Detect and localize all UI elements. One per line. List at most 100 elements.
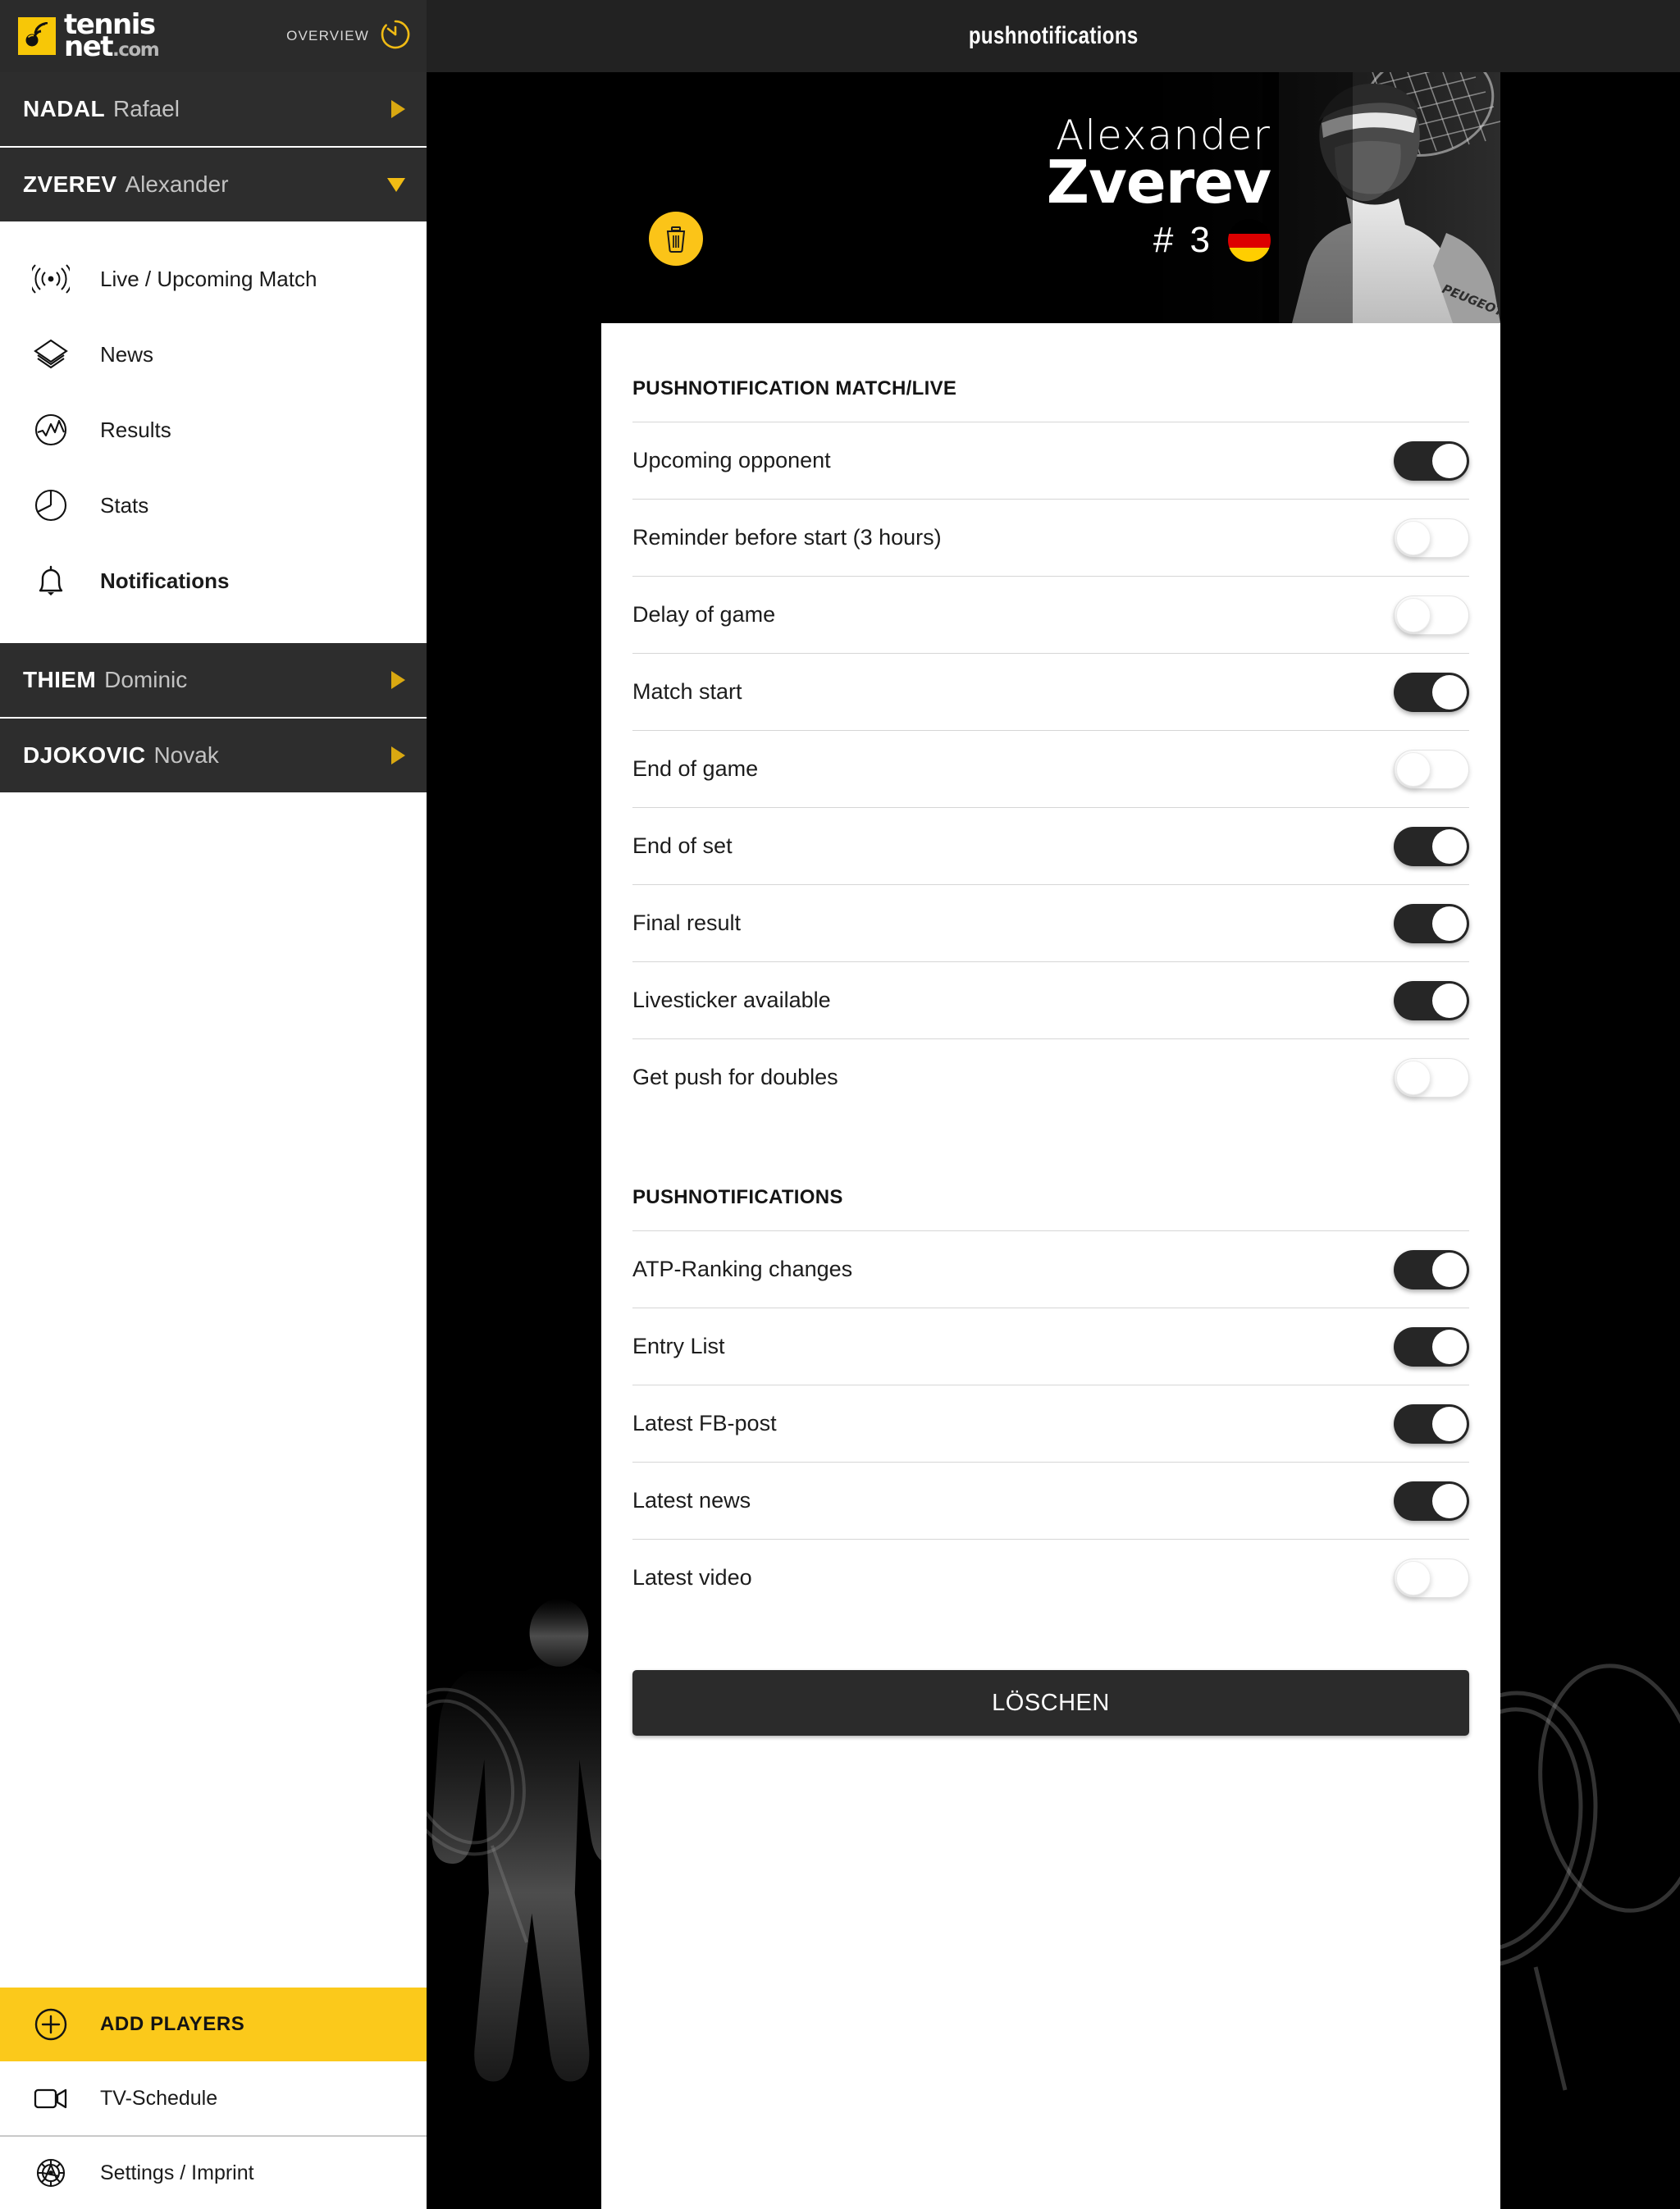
sidebar-item-label: Notifications: [100, 568, 230, 593]
sidebar-item-results[interactable]: Results: [0, 392, 427, 468]
player-firstname: Novak: [153, 742, 219, 768]
bell-glyph: [39, 565, 63, 596]
setting-row-latest-fb-post[interactable]: Latest FB-post: [632, 1385, 1469, 1462]
setting-row-upcoming-opponent[interactable]: Upcoming opponent: [632, 422, 1469, 499]
setting-row-end-of-game[interactable]: End of game: [632, 730, 1469, 807]
plus-circle-glyph: [34, 2008, 67, 2041]
delete-player-button[interactable]: [649, 212, 703, 266]
chevron-right-icon: [391, 671, 405, 689]
sidebar-item-stats[interactable]: Stats: [0, 468, 427, 543]
logo-glyph: [25, 22, 48, 47]
main-area: pushnotifications PEUGEOT Alexander Zver…: [427, 0, 1680, 2209]
overview-button[interactable]: OVERVIEW: [286, 18, 412, 55]
sidebar-item-settings-imprint[interactable]: Settings / Imprint: [0, 2135, 427, 2209]
player-last-name: Zverev: [1046, 148, 1271, 217]
sidebar-item-tv-schedule[interactable]: TV-Schedule: [0, 2061, 427, 2135]
sidebar-item-live-upcoming-match[interactable]: Live / Upcoming Match: [0, 241, 427, 317]
toggle-final-result[interactable]: [1394, 903, 1469, 943]
toggle-get-push-for-doubles[interactable]: [1394, 1057, 1469, 1098]
setting-row-delay-of-game[interactable]: Delay of game: [632, 576, 1469, 653]
setting-row-match-start[interactable]: Match start: [632, 653, 1469, 730]
chevron-down-icon: [387, 177, 405, 192]
setting-row-entry-list[interactable]: Entry List: [632, 1308, 1469, 1385]
sidebar-item-notifications[interactable]: Notifications: [0, 543, 427, 618]
toggle-knob: [1432, 443, 1467, 478]
toggle-knob: [1396, 1060, 1431, 1095]
setting-label: End of set: [632, 833, 733, 858]
setting-row-latest-news[interactable]: Latest news: [632, 1462, 1469, 1539]
toggle-atp-ranking-changes[interactable]: [1394, 1249, 1469, 1289]
setting-label: Latest video: [632, 1565, 752, 1590]
toggle-latest-fb-post[interactable]: [1394, 1403, 1469, 1444]
setting-row-final-result[interactable]: Final result: [632, 884, 1469, 961]
sidebar-item-label: News: [100, 341, 154, 367]
broadcast-icon: [30, 258, 72, 300]
toggle-reminder-before-start[interactable]: [1394, 518, 1469, 558]
sidebar-item-label: Live / Upcoming Match: [100, 266, 317, 291]
toggle-upcoming-opponent[interactable]: [1394, 440, 1469, 481]
toggle-knob: [1432, 1329, 1467, 1364]
tennis-ball-signal-icon: [18, 17, 56, 55]
sidebar-item-news[interactable]: News: [0, 317, 427, 392]
player-lastname: NADAL: [23, 96, 105, 121]
toggle-knob: [1396, 520, 1431, 555]
clock-icon: [379, 18, 412, 55]
toggle-knob: [1396, 751, 1431, 787]
setting-row-livesticker-available[interactable]: Livesticker available: [632, 961, 1469, 1038]
setting-label: ATP-Ranking changes: [632, 1257, 853, 1281]
content-column: PEUGEOT Alexander Zverev # 3 PUSHNOTIFIC…: [601, 72, 1500, 2209]
setting-row-end-of-set[interactable]: End of set: [632, 807, 1469, 884]
logo-domain: .com: [112, 39, 160, 61]
add-players-button[interactable]: ADD PLAYERS: [0, 1988, 427, 2061]
sidebar-item-label: Settings / Imprint: [100, 2161, 254, 2184]
toggle-knob: [1432, 983, 1467, 1018]
setting-label: Reminder before start (3 hours): [632, 525, 942, 550]
section-title-match-live: PUSHNOTIFICATION MATCH/LIVE: [632, 377, 957, 399]
pie-chart-glyph: [34, 489, 67, 522]
germany-flag-icon: [1228, 219, 1271, 262]
setting-label: Upcoming opponent: [632, 448, 831, 472]
player-firstname: Alexander: [125, 171, 229, 197]
setting-row-atp-ranking-changes[interactable]: ATP-Ranking changes: [632, 1230, 1469, 1308]
loeschen-button[interactable]: LÖSCHEN: [632, 1670, 1469, 1736]
app-root: tennis net.com OVERVIEW NADAL Rafael ZVE…: [0, 0, 1680, 2209]
layers-glyph: [34, 339, 68, 369]
sidebar-player-thiem[interactable]: THIEM Dominic: [0, 643, 427, 719]
setting-row-latest-video[interactable]: Latest video: [632, 1539, 1469, 1616]
setting-label: Delay of game: [632, 602, 776, 627]
sidebar: tennis net.com OVERVIEW NADAL Rafael ZVE…: [0, 0, 427, 2209]
sidebar-player-zverev[interactable]: ZVEREV Alexander: [0, 148, 427, 223]
tennisnet-logo[interactable]: tennis net.com: [18, 11, 160, 61]
toggle-entry-list[interactable]: [1394, 1326, 1469, 1367]
toggle-knob: [1432, 906, 1467, 941]
setting-row-get-push-for-doubles[interactable]: Get push for doubles: [632, 1038, 1469, 1116]
player-lastname: THIEM: [23, 667, 97, 692]
setting-row-reminder-before-start[interactable]: Reminder before start (3 hours): [632, 499, 1469, 576]
sidebar-player-nadal[interactable]: NADAL Rafael: [0, 72, 427, 148]
setting-label: End of game: [632, 756, 759, 781]
player-submenu: Live / Upcoming Match News Results Stats…: [0, 223, 427, 643]
toggle-delay-of-game[interactable]: [1394, 595, 1469, 635]
toggle-latest-news[interactable]: [1394, 1481, 1469, 1521]
toggle-livesticker-available[interactable]: [1394, 980, 1469, 1020]
sidebar-player-djokovic[interactable]: DJOKOVIC Novak: [0, 719, 427, 794]
toggle-knob: [1432, 1252, 1467, 1287]
toggle-end-of-set[interactable]: [1394, 826, 1469, 866]
section-title-pushnotifications: PUSHNOTIFICATIONS: [632, 1186, 843, 1208]
page-title: pushnotifications: [968, 22, 1139, 49]
broadcast-glyph: [32, 264, 70, 294]
toggle-knob: [1432, 1483, 1467, 1518]
toggle-match-start[interactable]: [1394, 672, 1469, 712]
gear-icon: [30, 2152, 72, 2194]
toggle-latest-video[interactable]: [1394, 1558, 1469, 1598]
loeschen-label: LÖSCHEN: [992, 1689, 1110, 1716]
player-firstname: Dominic: [104, 667, 188, 692]
toggle-knob: [1396, 597, 1431, 632]
sidebar-spacer: [0, 794, 427, 1988]
logo-wordmark: tennis net.com: [64, 11, 160, 61]
setting-label: Get push for doubles: [632, 1065, 838, 1089]
sidebar-item-label: TV-Schedule: [100, 2086, 218, 2110]
toggle-end-of-game[interactable]: [1394, 749, 1469, 789]
player-lastname: ZVEREV: [23, 171, 117, 197]
brand-bar: tennis net.com OVERVIEW: [0, 0, 427, 72]
